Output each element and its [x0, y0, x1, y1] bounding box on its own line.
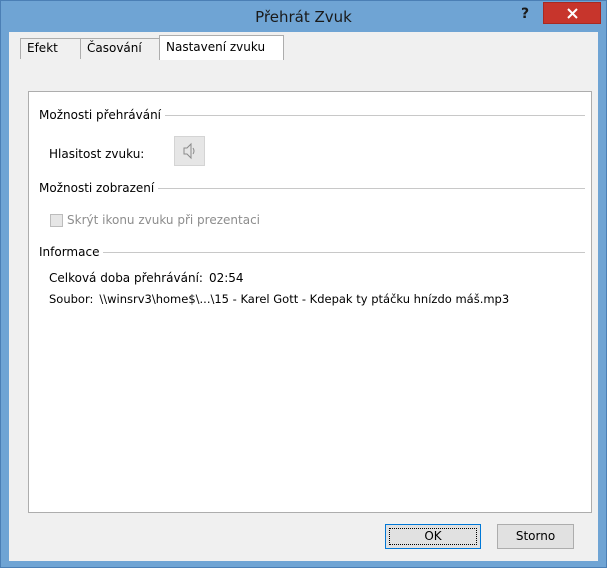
- dialog-window: Přehrát Zvuk ? Efekt Časování Nastavení …: [0, 0, 607, 568]
- volume-button[interactable]: [174, 136, 205, 166]
- title-bar[interactable]: Přehrát Zvuk ?: [1, 1, 606, 33]
- help-button[interactable]: ?: [511, 3, 539, 27]
- volume-label: Hlasitost zvuku:: [49, 147, 145, 161]
- ok-button[interactable]: OK: [385, 524, 481, 549]
- info-header-label: Informace: [39, 245, 100, 259]
- close-icon: [567, 8, 578, 19]
- speaker-icon: [183, 142, 195, 160]
- close-button[interactable]: [543, 2, 601, 24]
- hide-icon-label: Skrýt ikonu zvuku při prezentaci: [67, 213, 260, 227]
- hide-icon-checkbox[interactable]: [50, 213, 63, 227]
- duration-value: 02:54: [208, 271, 244, 285]
- tab-nastaveni-zvuku[interactable]: Nastavení zvuku: [159, 35, 284, 60]
- divider: [158, 187, 585, 189]
- tab-panel: Možnosti přehrávání Hlasitost zvuku: Mož…: [28, 91, 592, 513]
- playback-group-header: Možnosti přehrávání: [39, 107, 585, 123]
- file-row: Soubor: \\winsrv3\home$\...\15 - Karel Go…: [49, 291, 509, 307]
- display-group-header: Možnosti zobrazení: [39, 180, 585, 196]
- file-label: Soubor:: [49, 292, 94, 306]
- file-path: \\winsrv3\home$\...\15 - Karel Gott - Kd…: [99, 292, 510, 306]
- info-group-header: Informace: [39, 244, 585, 260]
- duration-label: Celková doba přehrávání:: [49, 271, 203, 285]
- divider: [165, 114, 585, 116]
- hide-icon-option: Skrýt ikonu zvuku při prezentaci: [50, 212, 260, 228]
- playback-header-label: Možnosti přehrávání: [39, 108, 162, 122]
- ok-button-label: OK: [424, 529, 442, 543]
- divider: [103, 251, 585, 253]
- tab-casovani[interactable]: Časování: [80, 38, 160, 59]
- cancel-button[interactable]: Storno: [497, 524, 574, 549]
- duration-row: Celková doba přehrávání: 02:54: [49, 270, 244, 286]
- display-header-label: Možnosti zobrazení: [39, 181, 155, 195]
- tab-efekt[interactable]: Efekt: [20, 38, 81, 59]
